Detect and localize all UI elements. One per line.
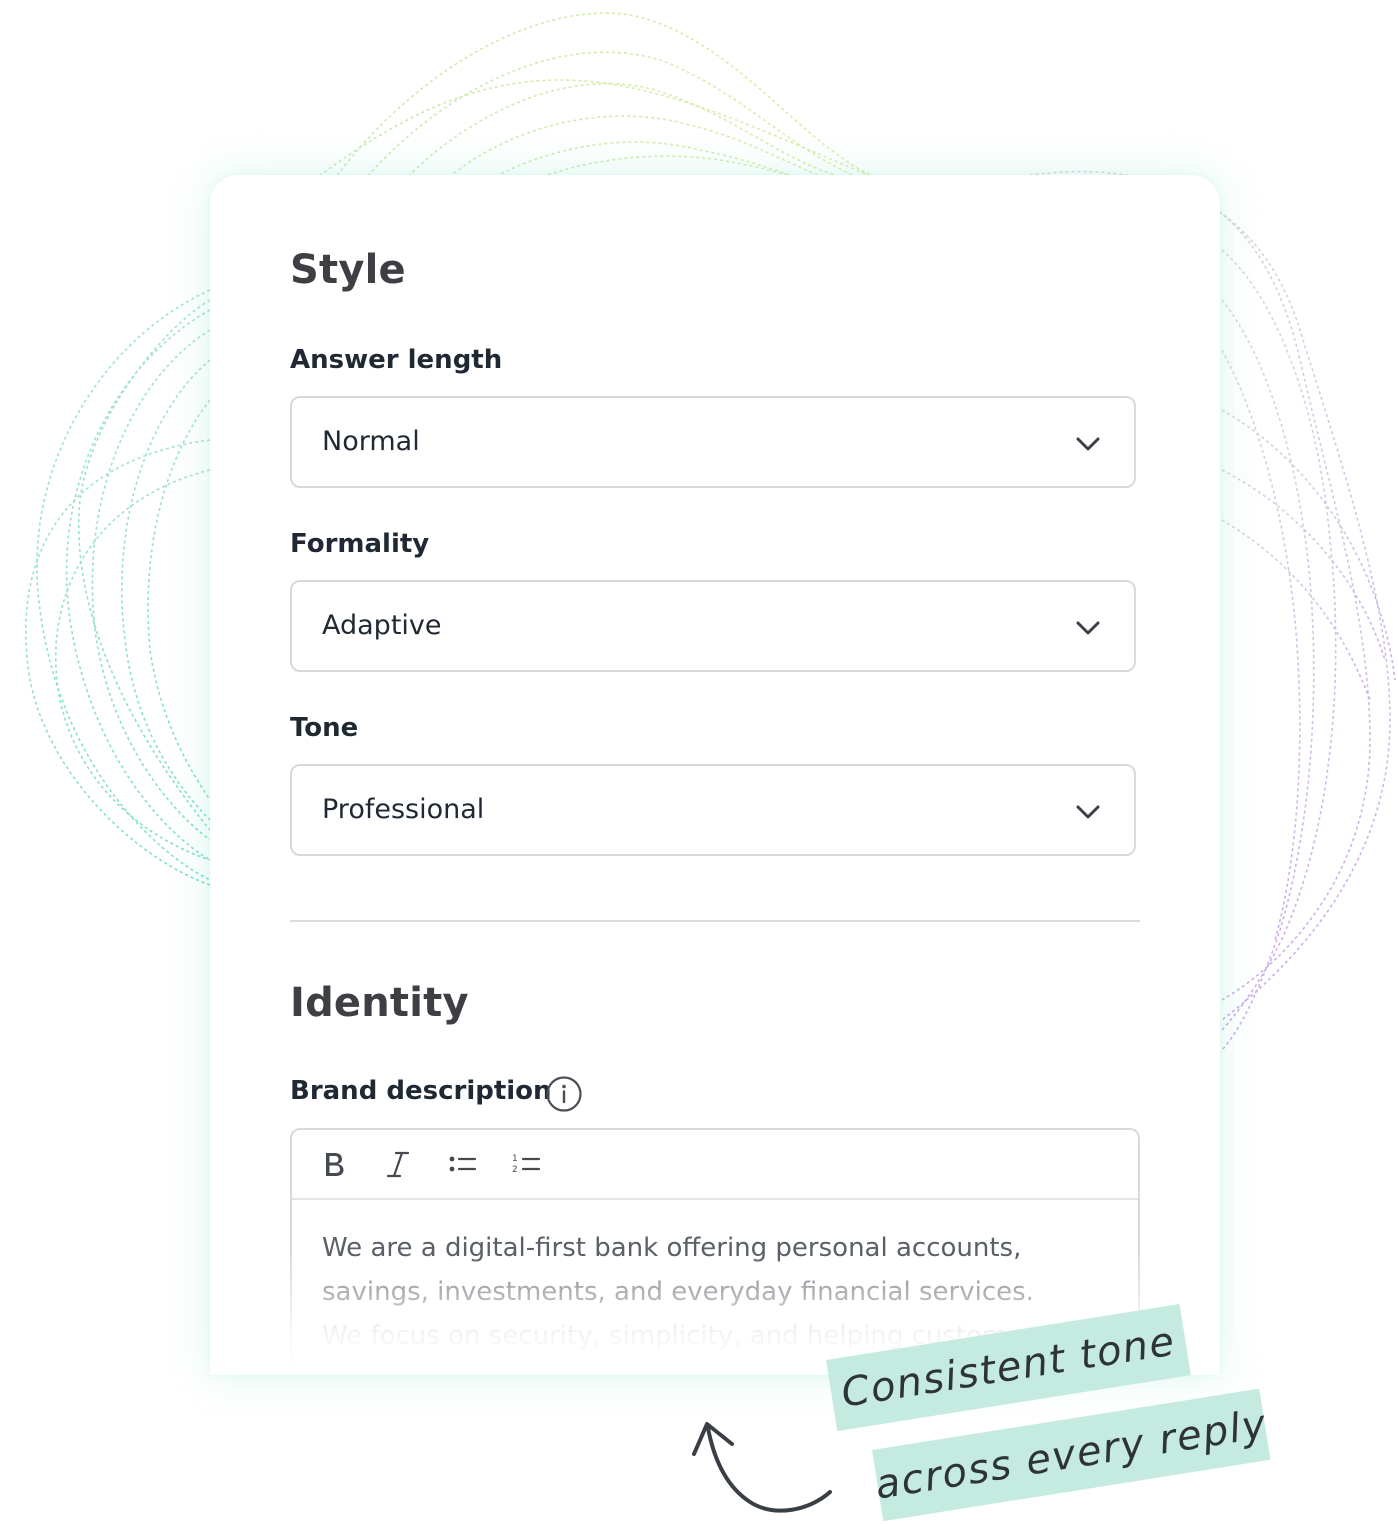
chevron-down-icon xyxy=(1076,621,1100,635)
formality-select[interactable]: Adaptive xyxy=(290,580,1136,672)
svg-text:1: 1 xyxy=(512,1154,518,1164)
numbered-list-button[interactable]: 1 2 xyxy=(506,1144,546,1184)
answer-length-value: Normal xyxy=(322,426,420,457)
brand-description-line: savings, investments, and everyday finan… xyxy=(322,1277,1034,1307)
formality-label: Formality xyxy=(290,529,430,559)
bulleted-list-button[interactable] xyxy=(442,1144,482,1184)
chevron-down-icon xyxy=(1076,437,1100,451)
identity-section-title: Identity xyxy=(290,980,469,1026)
italic-icon xyxy=(386,1151,410,1178)
style-section-title: Style xyxy=(290,247,406,293)
info-icon[interactable] xyxy=(545,1075,583,1113)
tone-value: Professional xyxy=(322,794,485,825)
bold-button[interactable] xyxy=(314,1144,354,1184)
italic-button[interactable] xyxy=(378,1144,418,1184)
chevron-down-icon xyxy=(1076,805,1100,819)
numbered-list-icon: 1 2 xyxy=(512,1154,541,1175)
answer-length-select[interactable]: Normal xyxy=(290,396,1136,488)
tone-label: Tone xyxy=(290,713,359,743)
svg-text:2: 2 xyxy=(512,1165,518,1175)
bulleted-list-icon xyxy=(449,1156,477,1172)
brand-description-label: Brand description xyxy=(290,1076,552,1106)
section-divider xyxy=(290,920,1140,922)
bold-icon xyxy=(326,1153,344,1176)
formality-value: Adaptive xyxy=(322,610,442,641)
brand-description-line: We are a digital-first bank offering per… xyxy=(322,1233,1022,1263)
tone-select[interactable]: Professional xyxy=(290,764,1136,856)
curved-arrow-icon xyxy=(692,1422,832,1513)
settings-card: Style Answer length Normal Formality Ada… xyxy=(210,175,1220,1375)
answer-length-label: Answer length xyxy=(290,345,503,375)
editor-toolbar: 1 2 xyxy=(292,1130,1138,1200)
